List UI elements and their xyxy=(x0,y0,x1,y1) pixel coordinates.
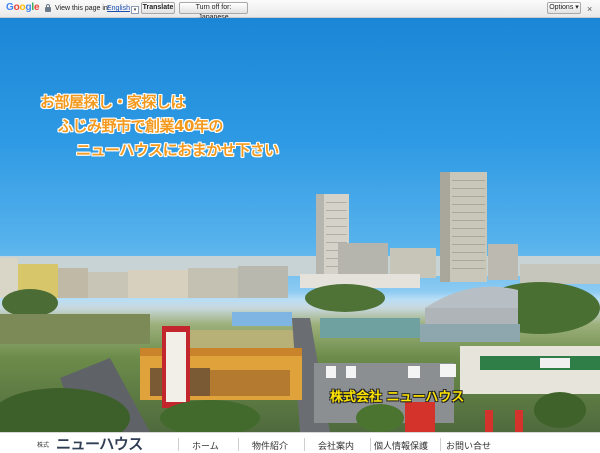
google-logo-letter: G xyxy=(6,2,14,13)
nav-divider xyxy=(238,438,239,451)
chevron-down-icon: ▾ xyxy=(130,6,139,14)
language-select[interactable]: English ▾ xyxy=(107,5,139,14)
google-logo: Google xyxy=(6,2,40,13)
catchphrase-line-1: お部屋探し・家探しは xyxy=(40,93,186,111)
view-page-label: View this page in: xyxy=(55,5,110,12)
options-button[interactable]: Options ▾ xyxy=(547,2,581,14)
nav-item-contact[interactable]: お問い合せ xyxy=(446,439,491,452)
nav-item-properties[interactable]: 物件紹介 xyxy=(252,439,288,452)
company-sign: 株式会社 ニューハウス xyxy=(330,390,465,405)
catchphrase-line-2: ふじみ野市で創業40年の xyxy=(58,117,223,135)
language-select-value: English xyxy=(107,5,130,12)
translate-button[interactable]: Translate xyxy=(141,2,175,14)
nav-divider xyxy=(304,438,305,451)
catchphrase-line-3: ニューハウスにおまかせ下さい xyxy=(76,141,279,159)
nav-item-privacy[interactable]: 個人情報保護 xyxy=(374,439,428,452)
hero-image: お部屋探し・家探しは ふじみ野市で創業40年の ニューハウスにおまかせ下さい 株… xyxy=(0,18,600,432)
google-logo-letter: e xyxy=(33,2,40,13)
logo-prefix: 株式 xyxy=(37,442,50,449)
translate-bar: Google View this page in: English ▾ Trans… xyxy=(0,0,600,21)
site-logo[interactable]: ニューハウス xyxy=(56,435,143,453)
turn-off-button[interactable]: Turn off for: Japanese xyxy=(179,2,248,21)
nav-item-company[interactable]: 会社案内 xyxy=(318,439,354,452)
lock-icon xyxy=(45,4,51,12)
city-scene xyxy=(0,172,600,432)
close-icon[interactable]: × xyxy=(587,4,592,14)
nav-divider xyxy=(440,438,441,451)
nav-item-home[interactable]: ホーム xyxy=(192,439,219,452)
nav-divider xyxy=(178,438,179,451)
nav-divider xyxy=(370,438,371,451)
main-nav: 株式 ニューハウス ホーム 物件紹介 会社案内 個人情報保護 お問い合せ xyxy=(0,432,600,453)
